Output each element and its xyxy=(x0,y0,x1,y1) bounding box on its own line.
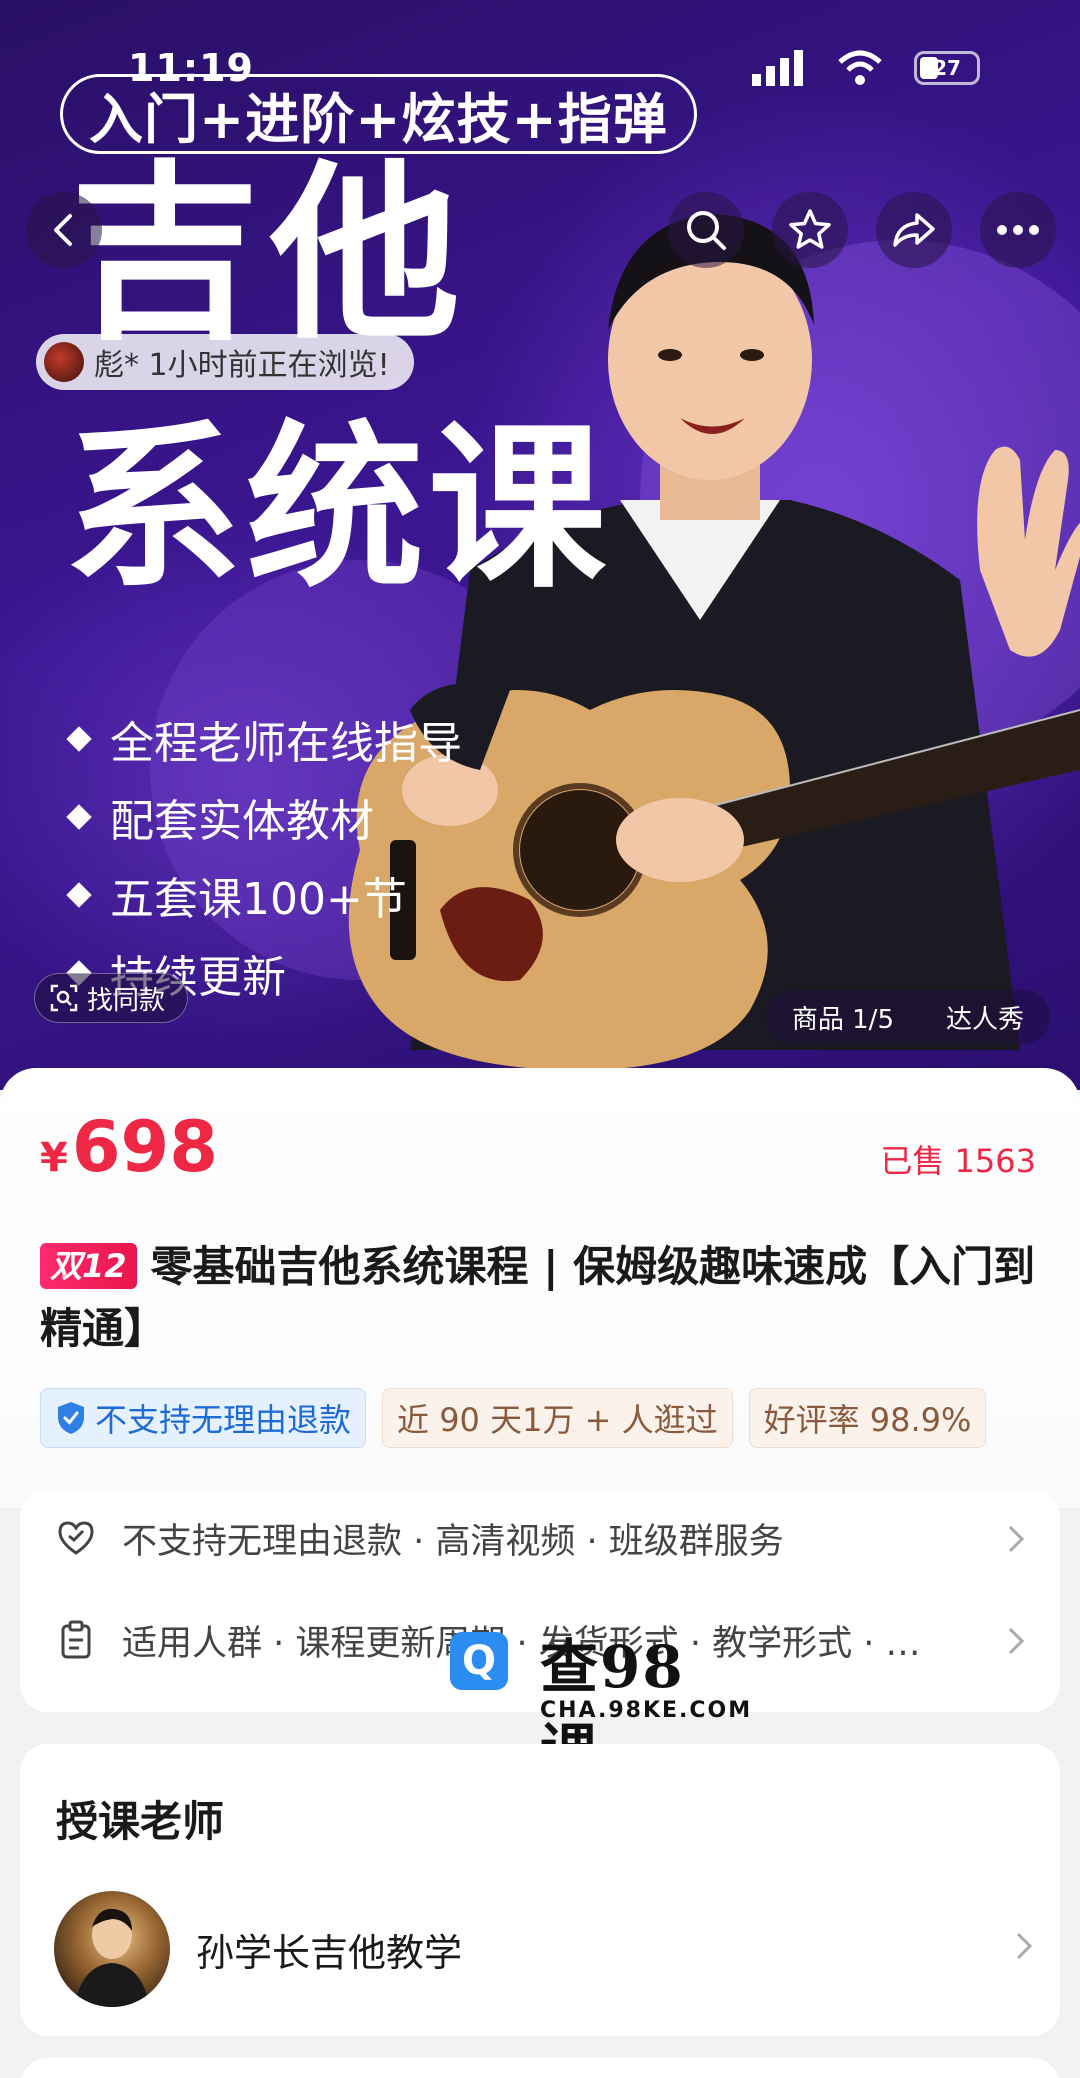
more-icon xyxy=(997,225,1039,235)
product-info-card: ¥ 698 已售 1563 双12 零基础吉他系统课程 | 保姆级趣味速成【入门到… xyxy=(0,1068,1080,1508)
course-tagline: 入门+进阶+炫技+指弹 xyxy=(60,74,697,154)
product-title: 双12 零基础吉他系统课程 | 保姆级趣味速成【入门到精通】 xyxy=(40,1236,1040,1360)
site-watermark: Q 查98课 CHA.98KE.COM xyxy=(450,1620,750,1785)
wifi-icon xyxy=(838,50,882,85)
visits-tag: 近 90 天1万 + 人逛过 xyxy=(382,1388,733,1448)
search-button[interactable] xyxy=(668,192,744,268)
back-button[interactable] xyxy=(26,192,102,268)
promo-badge: 双12 xyxy=(40,1243,137,1289)
feature-text: 全程老师在线指导 xyxy=(110,718,462,769)
next-card-edge xyxy=(20,2058,1060,2078)
signal-icon xyxy=(752,50,803,86)
tag-label: 好评率 98.9% xyxy=(763,1401,972,1439)
feature-item: 配套实体教材 xyxy=(66,778,462,856)
favorite-button[interactable] xyxy=(772,192,848,268)
chevron-right-icon xyxy=(1016,1932,1033,1960)
product-title-text: 零基础吉他系统课程 | 保姆级趣味速成【入门到精通】 xyxy=(40,1242,1036,1353)
search-icon xyxy=(687,211,726,250)
price-value: 698 xyxy=(71,1106,218,1188)
hero-title-line1: 吉他 xyxy=(70,144,471,365)
battery-level: 27 xyxy=(933,56,961,80)
star-icon xyxy=(789,209,831,249)
clipboard-icon xyxy=(61,1620,91,1659)
feature-text: 五套课100+节 xyxy=(110,874,407,925)
browsing-notice: 彪* 1小时前正在浏览! xyxy=(36,334,414,390)
service-guarantee-row[interactable]: 不支持无理由退款 · 高清视频 · 班级群服务 xyxy=(56,1508,1026,1568)
heart-shield-icon xyxy=(58,1521,94,1555)
product-tags: 不支持无理由退款 近 90 天1万 + 人逛过 好评率 98.9% xyxy=(40,1388,987,1448)
battery-icon: 27 xyxy=(914,51,980,85)
feature-item: 全程老师在线指导 xyxy=(66,700,462,778)
more-button[interactable] xyxy=(980,192,1056,268)
hero-banner[interactable]: 11:19 27 入门+进阶+炫技+指弹 吉他 系统课 彪* 1小时前正在浏览! xyxy=(0,0,1080,1090)
tag-label: 不支持无理由退款 xyxy=(95,1401,352,1439)
image-search-icon xyxy=(50,984,78,1012)
hero-title-line2: 系统课 xyxy=(64,405,610,612)
teacher-avatar xyxy=(54,1891,170,2007)
teacher-section-title: 授课老师 xyxy=(56,1797,225,1846)
rating-tag[interactable]: 好评率 98.9% xyxy=(748,1388,987,1448)
feature-text: 配套实体教材 xyxy=(110,796,374,847)
sold-count: 已售 1563 xyxy=(880,1142,1036,1180)
share-button[interactable] xyxy=(876,192,952,268)
shield-check-icon xyxy=(58,1402,84,1434)
tag-label: 近 90 天1万 + 人逛过 xyxy=(397,1401,718,1439)
viewer-avatar xyxy=(44,342,84,382)
chevron-right-icon xyxy=(1008,1525,1025,1553)
feature-item: 五套课100+节 xyxy=(66,856,462,934)
status-icons: 27 xyxy=(752,50,980,86)
find-similar-button[interactable]: 找同款 xyxy=(34,973,189,1023)
chevron-right-icon xyxy=(1008,1627,1025,1655)
refund-policy-tag[interactable]: 不支持无理由退款 xyxy=(40,1388,367,1448)
service-guarantee-text: 不支持无理由退款 · 高清视频 · 班级群服务 xyxy=(122,1521,784,1562)
media-tabs: 商品 1/5 达人秀 xyxy=(765,990,1050,1044)
bullet-icon xyxy=(66,804,92,830)
share-icon xyxy=(893,213,935,247)
watermark-url: CHA.98KE.COM xyxy=(540,1698,753,1723)
teacher-name: 孙学长吉他教学 xyxy=(196,1930,463,1975)
teacher-card: 授课老师 孙学长吉他教学 xyxy=(20,1744,1060,2036)
bullet-icon xyxy=(66,726,92,752)
tab-influencer-show[interactable]: 达人秀 xyxy=(920,999,1050,1036)
tab-product-images[interactable]: 商品 1/5 xyxy=(766,999,920,1036)
bullet-icon xyxy=(66,882,92,908)
feature-list: 全程老师在线指导 配套实体教材 五套课100+节 持续更新 xyxy=(66,700,462,1012)
find-similar-label: 找同款 xyxy=(87,985,166,1016)
browsing-notice-text: 彪* 1小时前正在浏览! xyxy=(94,348,390,383)
currency-symbol: ¥ xyxy=(40,1135,68,1181)
teacher-row[interactable]: 孙学长吉他教学 xyxy=(54,1890,1044,2008)
price: ¥ 698 xyxy=(40,1106,218,1188)
watermark-logo-icon: Q xyxy=(450,1632,508,1690)
chevron-left-icon xyxy=(54,214,72,246)
